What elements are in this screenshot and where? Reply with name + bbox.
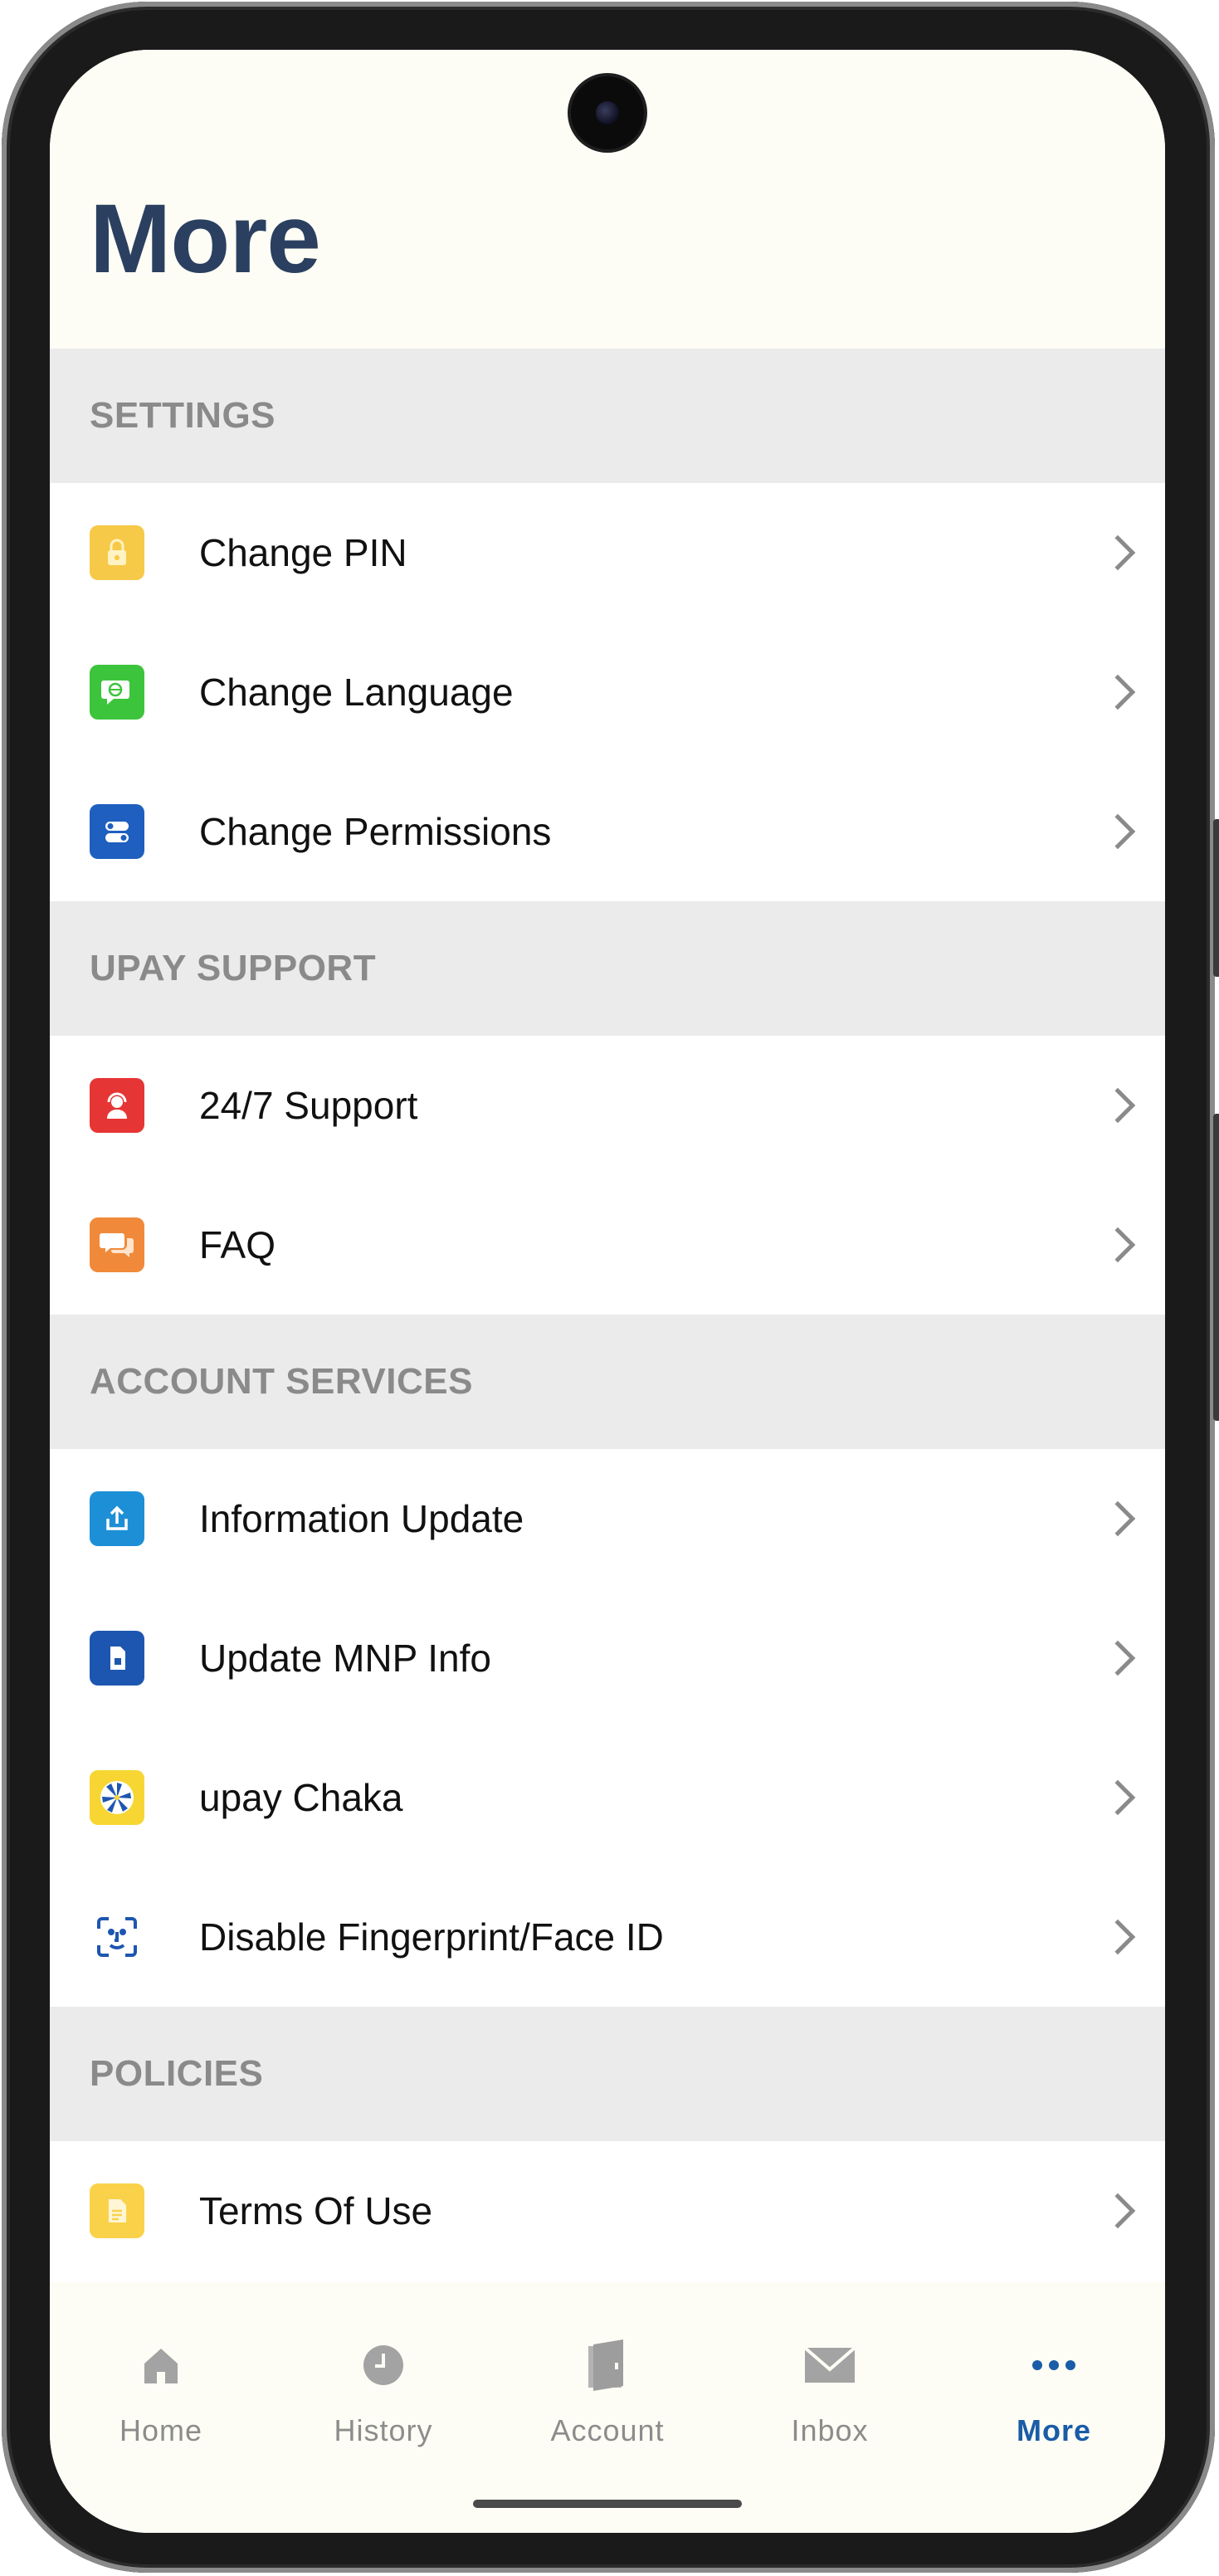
face-id-icon bbox=[90, 1910, 144, 1964]
menu-item-information-update[interactable]: Information Update bbox=[50, 1449, 1165, 1588]
menu-list: SETTINGS Change PIN Change Language Chan… bbox=[50, 349, 1165, 2281]
menu-item-faq[interactable]: FAQ bbox=[50, 1175, 1165, 1315]
chevron-right-icon bbox=[1100, 1640, 1136, 1676]
menu-item-label: upay Chaka bbox=[199, 1776, 403, 1819]
menu-item-label: Change PIN bbox=[199, 531, 407, 574]
chevron-right-icon bbox=[1100, 534, 1136, 571]
upload-icon bbox=[90, 1491, 144, 1546]
nav-account[interactable]: Account bbox=[524, 2332, 690, 2448]
header: More bbox=[50, 50, 1165, 349]
nav-label: Inbox bbox=[791, 2413, 869, 2447]
power-button bbox=[1213, 1114, 1219, 1421]
sim-card-icon bbox=[90, 1631, 144, 1686]
headset-icon bbox=[90, 1078, 144, 1133]
section-header-account-services: ACCOUNT SERVICES bbox=[50, 1315, 1165, 1449]
bottom-nav: Home History Account Inbox More bbox=[50, 2282, 1165, 2533]
menu-item-update-mnp-info[interactable]: Update MNP Info bbox=[50, 1588, 1165, 1728]
section-header-settings: SETTINGS bbox=[50, 349, 1165, 483]
chevron-right-icon bbox=[1100, 1500, 1136, 1537]
menu-item-upay-chaka[interactable]: upay Chaka bbox=[50, 1728, 1165, 1867]
chat-bubbles-icon bbox=[90, 1217, 144, 1272]
envelope-icon bbox=[797, 2332, 863, 2398]
menu-item-label: Information Update bbox=[199, 1497, 524, 1540]
chevron-right-icon bbox=[1100, 1227, 1136, 1263]
chevron-right-icon bbox=[1100, 813, 1136, 850]
front-camera bbox=[571, 76, 644, 149]
account-book-icon bbox=[574, 2332, 641, 2398]
section-header-policies: POLICIES bbox=[50, 2007, 1165, 2141]
nav-label: Home bbox=[119, 2413, 203, 2447]
nav-inbox[interactable]: Inbox bbox=[747, 2332, 913, 2448]
document-icon bbox=[90, 2183, 144, 2238]
menu-item-label: Update MNP Info bbox=[199, 1637, 492, 1680]
menu-item-change-language[interactable]: Change Language bbox=[50, 622, 1165, 762]
nav-label: Account bbox=[550, 2413, 665, 2447]
menu-item-label: Change Language bbox=[199, 671, 514, 714]
menu-item-disable-fingerprint[interactable]: Disable Fingerprint/Face ID bbox=[50, 1867, 1165, 2007]
more-dots-icon bbox=[1021, 2332, 1087, 2398]
menu-item-label: Disable Fingerprint/Face ID bbox=[199, 1915, 664, 1959]
nav-label: More bbox=[1016, 2413, 1091, 2447]
chevron-right-icon bbox=[1100, 674, 1136, 710]
section-header-upay-support: UPAY SUPPORT bbox=[50, 901, 1165, 1036]
menu-item-label: 24/7 Support bbox=[199, 1084, 418, 1127]
clock-icon bbox=[350, 2332, 417, 2398]
chevron-right-icon bbox=[1100, 2193, 1136, 2229]
menu-item-label: FAQ bbox=[199, 1223, 276, 1266]
menu-item-label: Terms Of Use bbox=[199, 2189, 433, 2232]
menu-item-terms-of-use[interactable]: Terms Of Use bbox=[50, 2141, 1165, 2281]
nav-history[interactable]: History bbox=[300, 2332, 466, 2448]
lock-icon bbox=[90, 525, 144, 580]
page-title: More bbox=[90, 184, 321, 294]
screen: More SETTINGS Change PIN Change Language bbox=[50, 50, 1165, 2533]
nav-more[interactable]: More bbox=[971, 2332, 1137, 2448]
phone-frame: More SETTINGS Change PIN Change Language bbox=[2, 2, 1219, 2573]
menu-item-change-pin[interactable]: Change PIN bbox=[50, 483, 1165, 622]
home-icon bbox=[128, 2332, 194, 2398]
chevron-right-icon bbox=[1100, 1779, 1136, 1816]
menu-item-label: Change Permissions bbox=[199, 810, 552, 853]
chevron-right-icon bbox=[1100, 1919, 1136, 1955]
nav-home[interactable]: Home bbox=[78, 2332, 244, 2448]
menu-item-support[interactable]: 24/7 Support bbox=[50, 1036, 1165, 1175]
menu-item-change-permissions[interactable]: Change Permissions bbox=[50, 762, 1165, 901]
language-icon bbox=[90, 665, 144, 720]
chevron-right-icon bbox=[1100, 1087, 1136, 1124]
wheel-icon bbox=[90, 1770, 144, 1825]
nav-label: History bbox=[334, 2413, 433, 2447]
home-indicator[interactable] bbox=[473, 2500, 742, 2508]
toggle-icon bbox=[90, 804, 144, 859]
volume-button bbox=[1213, 819, 1219, 977]
